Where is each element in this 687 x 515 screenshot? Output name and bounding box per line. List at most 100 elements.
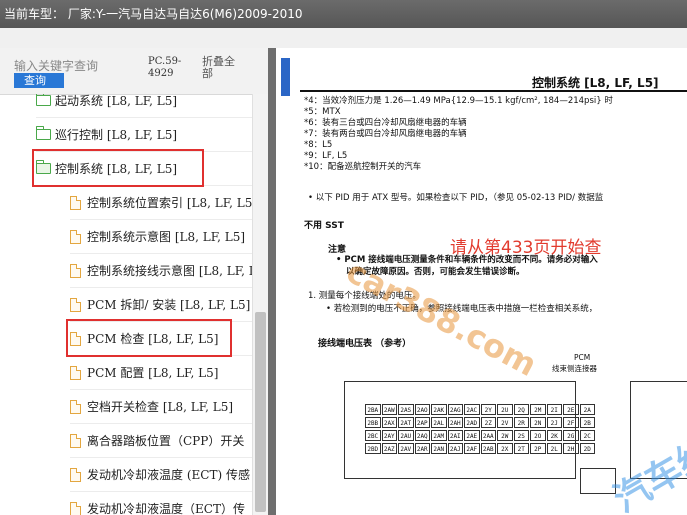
connector-pin: 2AZ: [381, 443, 397, 454]
connector-pin: 2AC: [464, 404, 480, 415]
connector-pin: 2X: [497, 443, 513, 454]
connector-pin: 2AN: [431, 443, 447, 454]
footnote-text: ：装有两台或四台冷却风扇继电器的车辆: [313, 129, 467, 139]
connector-pin: 2R: [513, 417, 529, 428]
tree-item[interactable]: 控制系统 [L8, LF, L5]: [36, 152, 252, 186]
connector-pin: 2A: [579, 404, 595, 415]
footnote-line: *10：配备巡航控制开关的汽车: [304, 162, 421, 173]
document-icon: [70, 365, 81, 380]
tree-item[interactable]: PCM 配置 [L8, LF, L5]: [70, 356, 252, 390]
connector-pin: 2BB: [365, 417, 381, 428]
connector-sublabel: 线束侧连接器: [552, 364, 597, 373]
connector-pin: 2AD: [464, 417, 480, 428]
search-input[interactable]: [14, 58, 138, 74]
tree-item-label: 控制系统示意图 [L8, LF, L5]: [87, 230, 246, 244]
note-label: 注意: [328, 245, 347, 255]
connector-pin: 2AF: [464, 443, 480, 454]
connector-pin: 2D: [579, 443, 595, 454]
document-viewer: 控制系统 [L8, LF, L5] *4：当效冷剂压力是 1.26—1.49 M…: [276, 48, 687, 515]
footnote-line: *5：MTX: [304, 107, 341, 118]
connector-pin: 2T: [513, 443, 529, 454]
tree-item-label: 发动机冷却液温度（ECT）传: [87, 502, 245, 515]
connector-pin: 2AJ: [447, 443, 463, 454]
footnote-mark: *4: [304, 96, 314, 106]
connector-pin: 2G: [563, 430, 579, 441]
connector-pin: 2AG: [447, 404, 463, 415]
connector-pin: 2W: [497, 430, 513, 441]
collapse-all-button[interactable]: 折叠全部: [202, 56, 244, 80]
connector-pin: 2E: [563, 404, 579, 415]
connector-pin: 2M: [530, 404, 546, 415]
connector-pin: 2AY: [381, 430, 397, 441]
connector-pin: 2I: [546, 404, 562, 415]
page-title: 控制系统 [L8, LF, L5]: [532, 76, 659, 90]
connector-pin-row: 2BA 2AW 2AS 2AO 2AK 2AG 2AC 2Y 2U 2Q 2M 2I 2E 2A: [365, 404, 596, 415]
tree-item-label: PCM 配置 [L8, LF, L5]: [87, 366, 219, 380]
tree-item[interactable]: 空档开关检查 [L8, LF, L5]: [70, 390, 252, 424]
footnote-mark: *8: [304, 140, 314, 150]
tree-item[interactable]: 发动机冷却液温度（ECT）传: [70, 492, 252, 515]
connector-pin: 2BC: [365, 430, 381, 441]
section-heading: 不用 SST: [304, 221, 344, 231]
document-icon: [70, 195, 81, 210]
connector-pin: 2AL: [431, 417, 447, 428]
document-icon: [70, 501, 81, 515]
connector-pin: 2AT: [398, 417, 414, 428]
tree-item[interactable]: 离合器踏板位置（CPP）开关: [70, 424, 252, 458]
tree-item[interactable]: 发动机冷却液温度 (ECT) 传感: [70, 458, 252, 492]
tree-item[interactable]: PCM 检查 [L8, LF, L5]: [70, 322, 252, 356]
connector-pin: 2AV: [398, 443, 414, 454]
footnote-text: ：MTX: [313, 107, 341, 117]
connector-pin: 2H: [563, 443, 579, 454]
tree-item[interactable]: 控制系统位置索引 [L8, LF, L5]: [70, 186, 252, 220]
connector-pin: 2AP: [414, 417, 430, 428]
connector-pin: 2AA: [480, 430, 496, 441]
scrollbar-thumb[interactable]: [255, 312, 266, 512]
connector-pin: 2P: [530, 443, 546, 454]
search-button[interactable]: 查询: [14, 73, 64, 88]
tree-item[interactable]: 控制系统示意图 [L8, LF, L5]: [70, 220, 252, 254]
tree-item-label: 巡行控制 [L8, LF, L5]: [55, 128, 178, 142]
footnote-text: ：配备巡航控制开关的汽车: [319, 162, 422, 172]
document-icon: [70, 263, 81, 278]
folder-icon: [36, 126, 51, 140]
footnote-text: ：L5: [313, 140, 333, 150]
connector-pin: 2V: [497, 417, 513, 428]
document-icon: [70, 467, 81, 482]
connector-pin: 2AK: [431, 404, 447, 415]
connector-pin: 2Q: [513, 404, 529, 415]
connector-pin-row: 2BC 2AY 2AU 2AQ 2AM 2AI 2AE 2AA 2W 2S 2O 2K 2G 2C: [365, 430, 596, 441]
footnote-mark: *7: [304, 129, 314, 139]
tree-item[interactable]: 起动系统 [L8, LF, L5]: [36, 94, 252, 118]
connector-pin-row: 2BB 2AX 2AT 2AP 2AL 2AH 2AD 2Z 2V 2R 2N 2J 2F 2B: [365, 417, 596, 428]
footnote-line: *9：LF, L5: [304, 151, 347, 162]
connector-pin-row: 2BD 2AZ 2AV 2AR 2AN 2AJ 2AF 2AB 2X 2T 2P 2L 2H 2D: [365, 443, 596, 454]
footnote-line: *7：装有两台或四台冷却风扇继电器的车辆: [304, 129, 467, 140]
search-area: 查询 PC.59-4929 折叠全部: [0, 48, 268, 95]
connector-pin: 2BD: [365, 443, 381, 454]
connector-pin: 2L: [546, 443, 562, 454]
folder-open-icon: [36, 160, 51, 174]
connector-pin: 2AX: [381, 417, 397, 428]
title-bar: 当前车型： 厂家:Y-一汽马自达马自达6(M6)2009-2010: [0, 0, 687, 28]
toolbar-strip: [0, 28, 687, 49]
footnote-text: ：装有三台或四台冷却风扇继电器的车辆: [313, 118, 467, 128]
pid-bullet-text: • 以下 PID 用于 ATX 型号。如果检查以下 PID，（参见 05-02-…: [308, 193, 604, 203]
tree-item[interactable]: 控制系统接线示意图 [L8, LF, L5]: [70, 254, 252, 288]
tree-item-label: 发动机冷却液温度 (ECT) 传感: [87, 468, 250, 482]
connector-pin: 2K: [546, 430, 562, 441]
document-icon: [70, 229, 81, 244]
footnote-mark: *10: [304, 162, 320, 172]
footnote-text: ：当效冷剂压力是 1.26—1.49 MPa{12.9—15.1 kgf/cm²…: [313, 96, 613, 106]
connector-pin: 2AO: [414, 404, 430, 415]
tree-item-label: 控制系统位置索引 [L8, LF, L5]: [87, 196, 252, 210]
folder-icon: [36, 94, 51, 106]
tree-item[interactable]: PCM 拆卸/ 安装 [L8, LF, L5]: [70, 288, 252, 322]
tree-item[interactable]: 巡行控制 [L8, LF, L5]: [36, 118, 252, 152]
connector-pin: 2AQ: [414, 430, 430, 441]
connector-pin: 2AU: [398, 430, 414, 441]
page-code: PC.59-4929: [148, 56, 182, 79]
panel-splitter[interactable]: [268, 48, 276, 515]
tree-scrollbar[interactable]: [252, 94, 268, 515]
document-icon: [70, 433, 81, 448]
